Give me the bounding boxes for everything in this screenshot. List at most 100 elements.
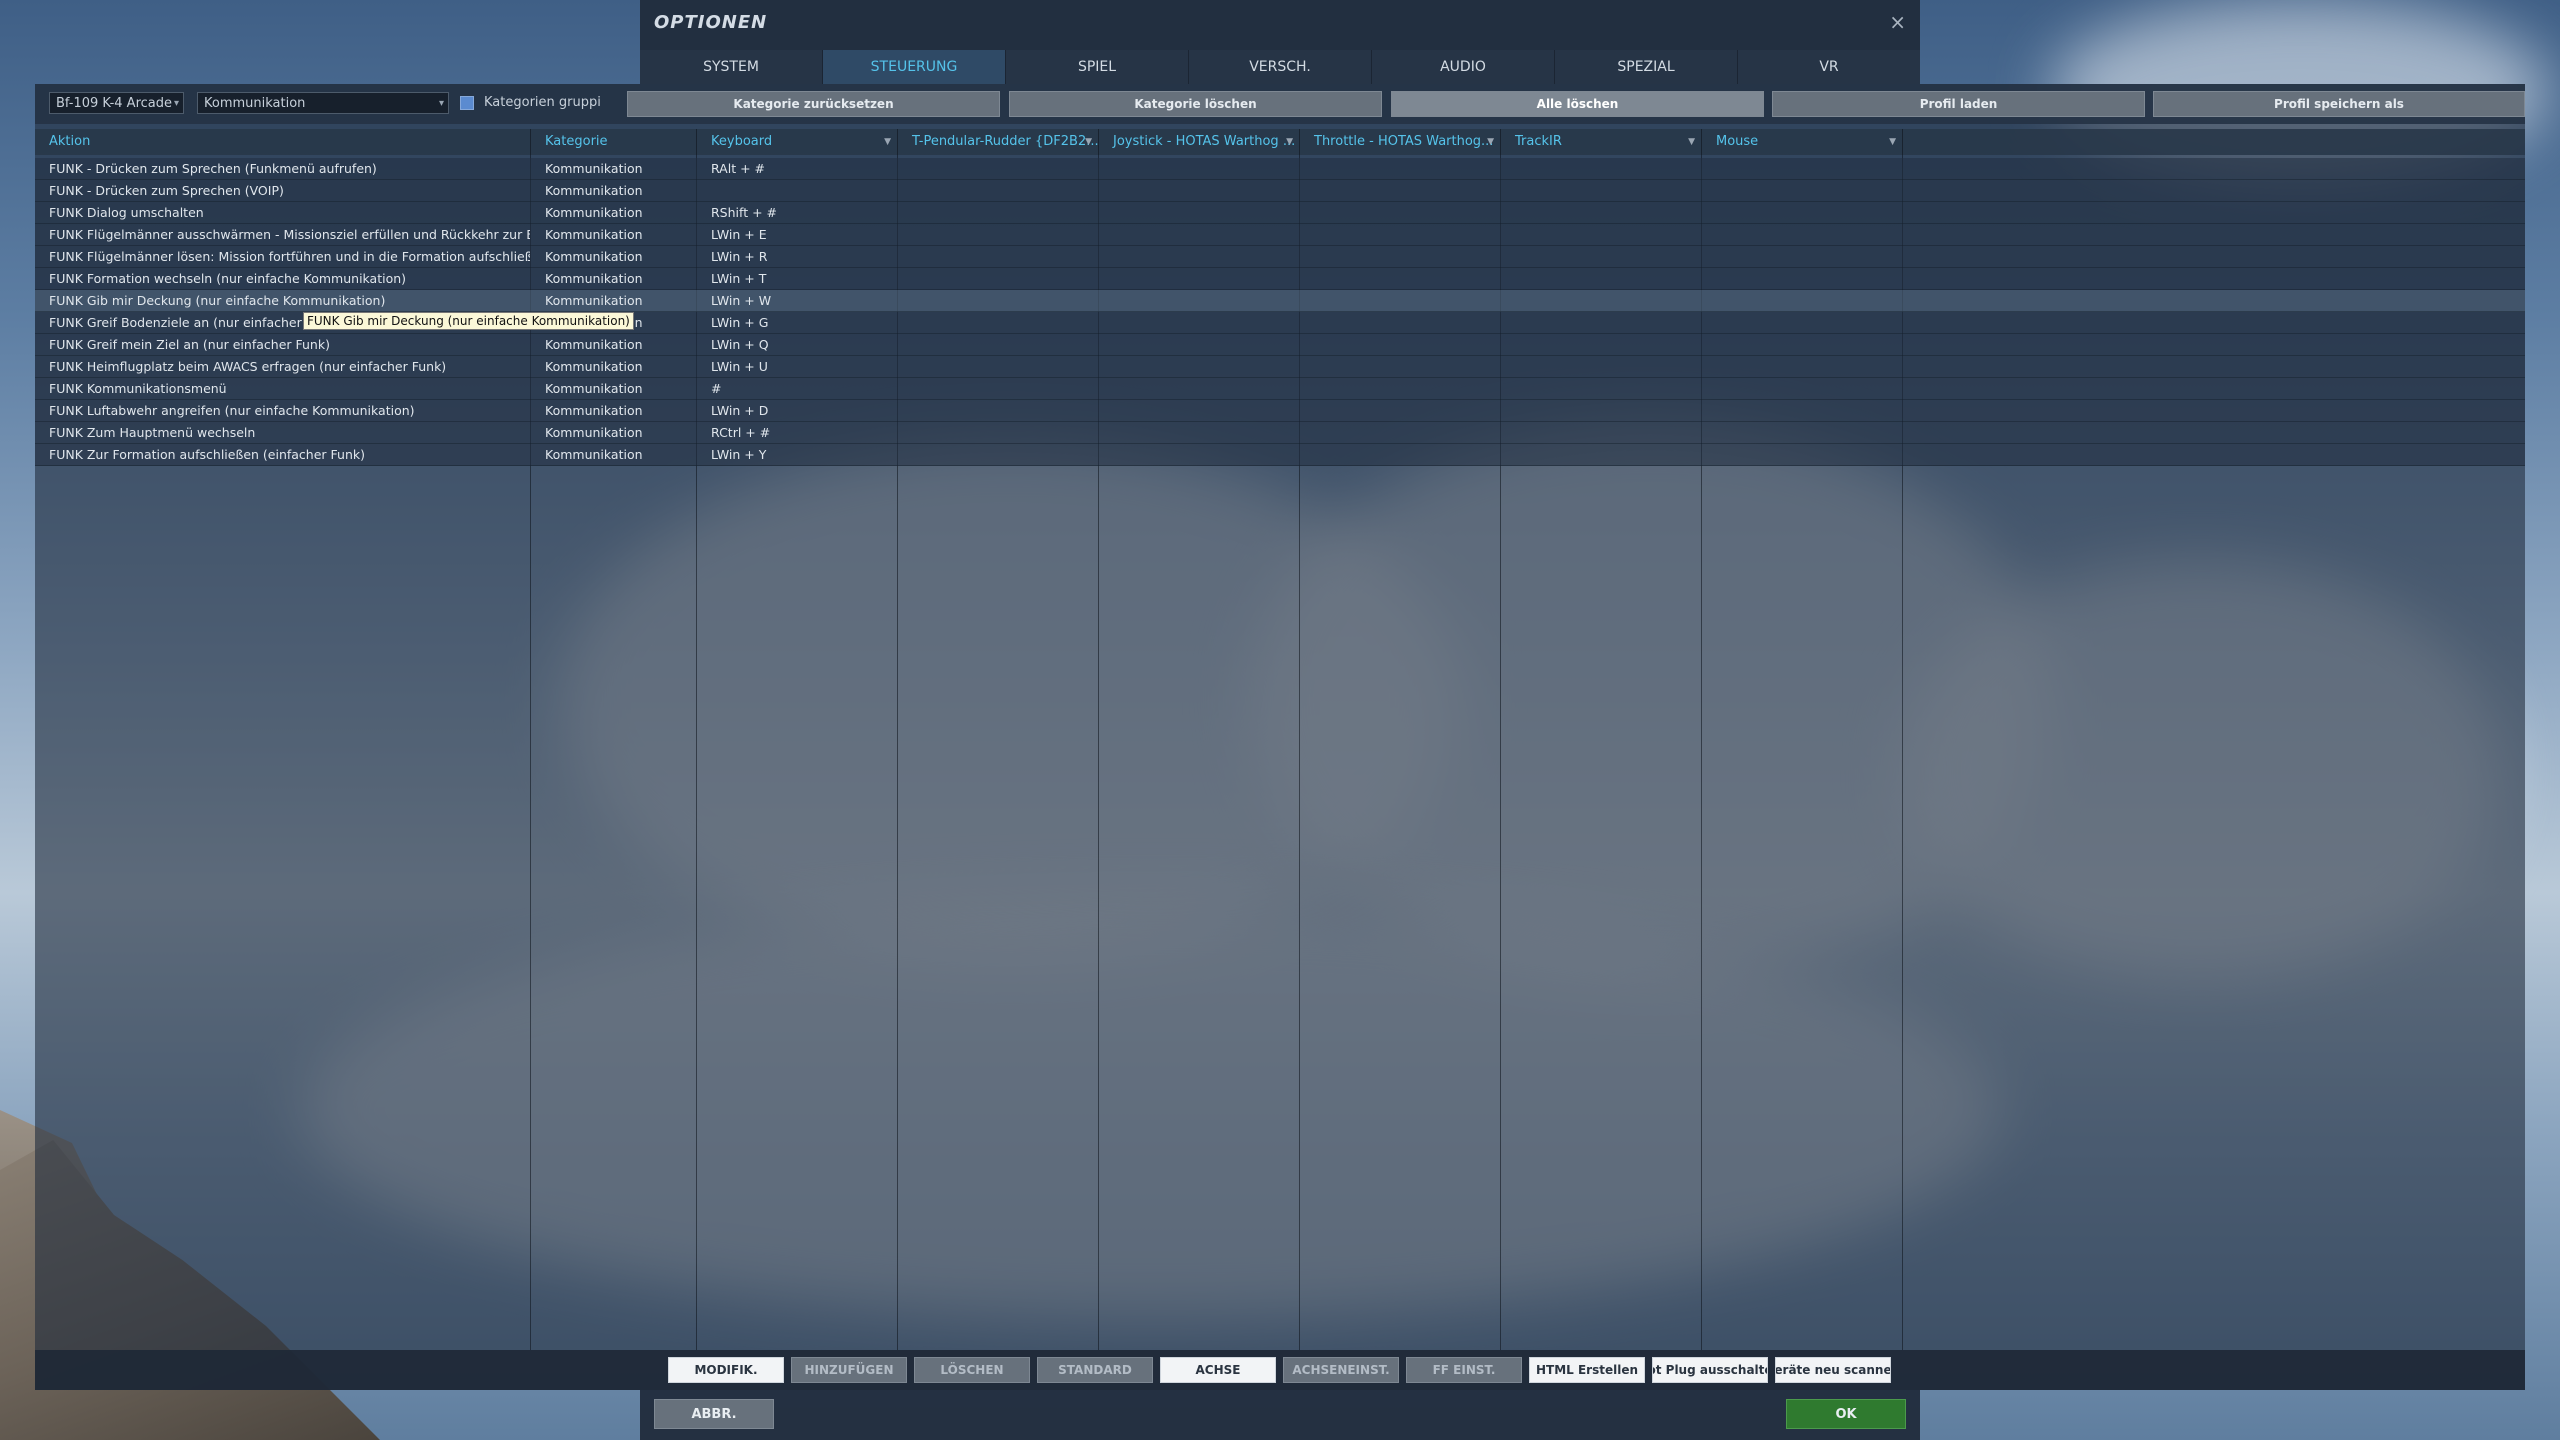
load-profile-button[interactable]: Profil laden xyxy=(1772,91,2145,117)
cell-rudder[interactable] xyxy=(898,444,1098,465)
cell-joystick[interactable] xyxy=(1099,180,1299,201)
table-row[interactable]: FUNK Zum Hauptmenü wechseln Kommunikation… xyxy=(35,422,2525,444)
disable-hot-plug-button[interactable]: ot Plug ausschalte xyxy=(1652,1357,1768,1383)
cell-mouse[interactable] xyxy=(1702,334,1902,355)
cell-trackir[interactable] xyxy=(1501,158,1701,179)
rescan-devices-button[interactable]: eräte neu scanne xyxy=(1775,1357,1891,1383)
cell-mouse[interactable] xyxy=(1702,444,1902,465)
cell-mouse[interactable] xyxy=(1702,268,1902,289)
cell-rudder[interactable] xyxy=(898,180,1098,201)
cell-throttle[interactable] xyxy=(1300,290,1500,311)
cell-throttle[interactable] xyxy=(1300,444,1500,465)
cell-aktion[interactable]: FUNK Heimflugplatz beim AWACS erfragen (… xyxy=(35,356,530,377)
cell-joystick[interactable] xyxy=(1099,158,1299,179)
cell-kategorie[interactable]: Kommunikation xyxy=(531,290,696,311)
table-row[interactable]: FUNK Kommunikationsmenü Kommunikation # xyxy=(35,378,2525,400)
cell-rudder[interactable] xyxy=(898,400,1098,421)
tab-versch[interactable]: VERSCH. xyxy=(1189,50,1372,84)
cell-trackir[interactable] xyxy=(1501,246,1701,267)
make-html-button[interactable]: HTML Erstellen xyxy=(1529,1357,1645,1383)
cell-joystick[interactable] xyxy=(1099,202,1299,223)
save-profile-as-button[interactable]: Profil speichern als xyxy=(2153,91,2525,117)
cell-joystick[interactable] xyxy=(1099,444,1299,465)
cell-joystick[interactable] xyxy=(1099,334,1299,355)
cell-mouse[interactable] xyxy=(1702,312,1902,333)
table-row[interactable]: FUNK Zur Formation aufschließen (einfach… xyxy=(35,444,2525,466)
cell-mouse[interactable] xyxy=(1702,202,1902,223)
cell-joystick[interactable] xyxy=(1099,378,1299,399)
column-rudder[interactable]: T-Pendular-Rudder {DF2B2... ▼ xyxy=(898,129,1098,155)
cell-joystick[interactable] xyxy=(1099,400,1299,421)
table-row[interactable]: FUNK Greif mein Ziel an (nur einfacher F… xyxy=(35,334,2525,356)
cell-throttle[interactable] xyxy=(1300,356,1500,377)
column-mouse[interactable]: Mouse ▼ xyxy=(1702,129,1902,155)
cell-aktion[interactable]: FUNK Greif mein Ziel an (nur einfacher F… xyxy=(35,334,530,355)
cell-aktion[interactable]: FUNK Zum Hauptmenü wechseln xyxy=(35,422,530,443)
cell-keyboard[interactable]: RCtrl + # xyxy=(697,422,897,443)
cell-throttle[interactable] xyxy=(1300,180,1500,201)
tab-audio[interactable]: AUDIO xyxy=(1372,50,1555,84)
table-row[interactable]: FUNK Dialog umschalten Kommunikation RShif… xyxy=(35,202,2525,224)
table-row[interactable]: FUNK Flügelmänner ausschwärmen - Mission… xyxy=(35,224,2525,246)
cancel-button[interactable]: ABBR. xyxy=(654,1399,774,1429)
cell-aktion[interactable]: FUNK Zur Formation aufschließen (einfach… xyxy=(35,444,530,465)
axis-settings-button[interactable]: ACHSENEINST. xyxy=(1283,1357,1399,1383)
cell-throttle[interactable] xyxy=(1300,246,1500,267)
cell-throttle[interactable] xyxy=(1300,378,1500,399)
cell-joystick[interactable] xyxy=(1099,224,1299,245)
cell-kategorie[interactable]: Kommunikation xyxy=(531,224,696,245)
category-select[interactable]: Kommunikation ▾ xyxy=(197,92,449,114)
cell-keyboard[interactable]: # xyxy=(697,378,897,399)
cell-kategorie[interactable]: Kommunikation xyxy=(531,334,696,355)
cell-kategorie[interactable]: Kommunikation xyxy=(531,246,696,267)
tab-spiel[interactable]: SPIEL xyxy=(1006,50,1189,84)
cell-rudder[interactable] xyxy=(898,158,1098,179)
delete-button[interactable]: LÖSCHEN xyxy=(914,1357,1030,1383)
cell-mouse[interactable] xyxy=(1702,180,1902,201)
cell-trackir[interactable] xyxy=(1501,356,1701,377)
cell-throttle[interactable] xyxy=(1300,158,1500,179)
cell-keyboard[interactable]: LWin + R xyxy=(697,246,897,267)
cell-rudder[interactable] xyxy=(898,378,1098,399)
table-row[interactable]: FUNK Formation wechseln (nur einfache Ko… xyxy=(35,268,2525,290)
table-row[interactable]: FUNK Gib mir Deckung (nur einfache Kommu… xyxy=(35,290,2525,312)
modify-button[interactable]: MODIFIK. xyxy=(668,1357,784,1383)
cell-aktion[interactable]: FUNK Formation wechseln (nur einfache Ko… xyxy=(35,268,530,289)
table-row[interactable]: FUNK Luftabwehr angreifen (nur einfache … xyxy=(35,400,2525,422)
cell-rudder[interactable] xyxy=(898,202,1098,223)
cell-rudder[interactable] xyxy=(898,224,1098,245)
cell-mouse[interactable] xyxy=(1702,400,1902,421)
cell-aktion[interactable]: FUNK Flügelmänner lösen: Mission fortfüh… xyxy=(35,246,530,267)
cell-keyboard[interactable]: LWin + D xyxy=(697,400,897,421)
add-button[interactable]: HINZUFÜGEN xyxy=(791,1357,907,1383)
cell-aktion[interactable]: FUNK Kommunikationsmenü xyxy=(35,378,530,399)
tab-vr[interactable]: VR xyxy=(1738,50,1920,84)
cell-trackir[interactable] xyxy=(1501,224,1701,245)
cell-throttle[interactable] xyxy=(1300,224,1500,245)
column-throttle[interactable]: Throttle - HOTAS Warthog... ▼ xyxy=(1300,129,1500,155)
cell-trackir[interactable] xyxy=(1501,422,1701,443)
column-aktion[interactable]: Aktion xyxy=(35,129,530,155)
cell-mouse[interactable] xyxy=(1702,224,1902,245)
cell-aktion[interactable]: FUNK Luftabwehr angreifen (nur einfache … xyxy=(35,400,530,421)
column-joystick[interactable]: Joystick - HOTAS Warthog ... ▼ xyxy=(1099,129,1299,155)
cell-kategorie[interactable]: Kommunikation xyxy=(531,378,696,399)
cell-trackir[interactable] xyxy=(1501,180,1701,201)
cell-mouse[interactable] xyxy=(1702,378,1902,399)
cell-keyboard[interactable]: LWin + Y xyxy=(697,444,897,465)
cell-keyboard[interactable]: LWin + G xyxy=(697,312,897,333)
cell-kategorie[interactable]: Kommunikation xyxy=(531,180,696,201)
cell-trackir[interactable] xyxy=(1501,444,1701,465)
cell-trackir[interactable] xyxy=(1501,334,1701,355)
cell-throttle[interactable] xyxy=(1300,312,1500,333)
cell-kategorie[interactable]: Kommunikation xyxy=(531,268,696,289)
cell-aktion[interactable]: FUNK Gib mir Deckung (nur einfache Kommu… xyxy=(35,290,530,311)
cell-kategorie[interactable]: Kommunikation xyxy=(531,400,696,421)
cell-kategorie[interactable]: Kommunikation xyxy=(531,158,696,179)
cell-aktion[interactable]: FUNK - Drücken zum Sprechen (VOIP) xyxy=(35,180,530,201)
cell-aktion[interactable]: FUNK - Drücken zum Sprechen (Funkmenü au… xyxy=(35,158,530,179)
cell-keyboard[interactable]: LWin + W xyxy=(697,290,897,311)
column-kategorie[interactable]: Kategorie xyxy=(531,129,696,155)
cell-rudder[interactable] xyxy=(898,312,1098,333)
cell-keyboard[interactable]: LWin + E xyxy=(697,224,897,245)
